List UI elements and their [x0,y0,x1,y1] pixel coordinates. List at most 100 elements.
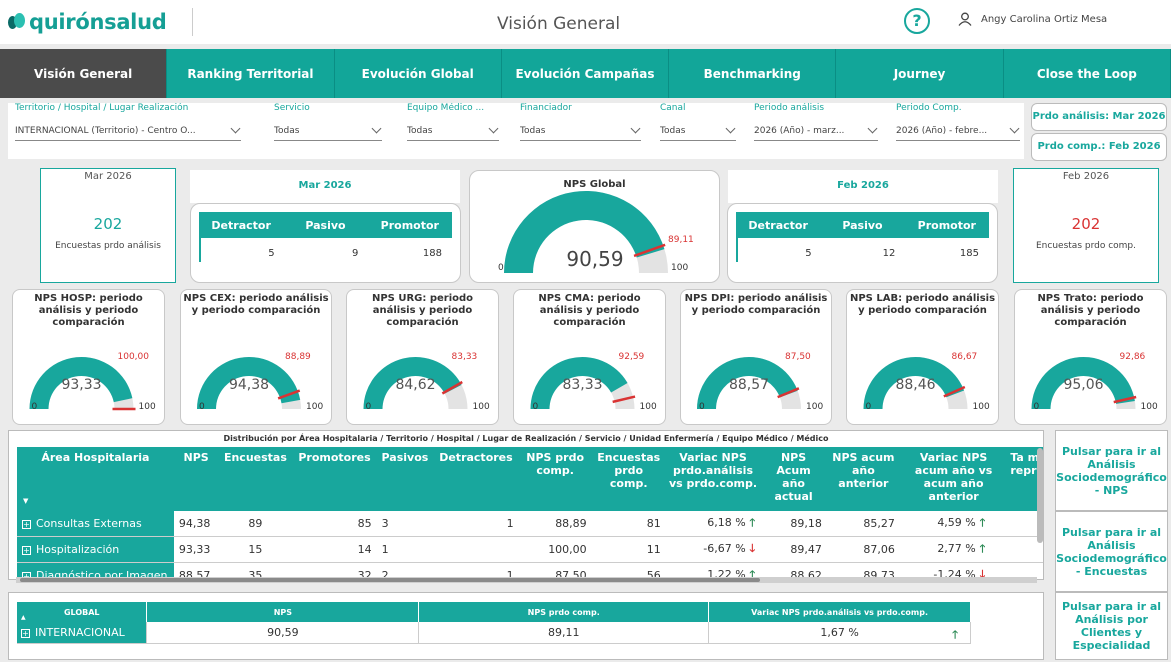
col-detractores[interactable]: Detractores [433,447,519,511]
gauge-card: NPS CEX: periodo análisis y periodo comp… [180,289,332,425]
kpi-label: Encuestas prdo análisis [55,241,161,251]
gauge-comp: 87,50 [785,352,811,362]
gauge-min: 0 [532,402,539,412]
filter-periodo-analisis-dropdown[interactable]: 2026 (Año) - marz... [754,121,878,141]
encuestas-cell: 89 [218,511,293,537]
filter-periodo-comp-dropdown[interactable]: 2026 (Año) - febre... [896,121,1020,141]
expand-icon[interactable]: + [21,628,30,638]
dist-header: Detractor Pasivo Promotor [736,212,989,238]
filter-canal-dropdown[interactable]: Todas [660,121,736,141]
chevron-down-icon [867,123,878,134]
user-info[interactable]: Angy Carolina Ortiz Mesa [958,12,1107,26]
gauge-value: 93,33 [61,377,102,393]
kpi-period: Mar 2026 [84,171,132,182]
global-row: + INTERNACIONAL 90,59 89,11 1,67 % 🡑 [17,622,971,644]
filter-label: Equipo Médico ... [407,103,485,113]
gauge-max: 100 [1140,402,1158,412]
tab-ranking-territorial[interactable]: Ranking Territorial [167,49,335,98]
filter-servicio: Servicio Todas [274,103,382,141]
tab-close-the-loop[interactable]: Close the Loop [1003,49,1171,98]
kpi-surveys-comparison: Feb 2026 202 Encuestas prdo comp. [1013,168,1159,283]
table-row[interactable]: + Hospitalización 93,33 15 14 1 100,00 11… [17,536,1043,563]
filter-financiador-dropdown[interactable]: Todas [520,121,641,141]
col-nps[interactable]: NPS [173,447,219,511]
filters-bar: Territorio / Hospital / Lugar Realizació… [8,103,1024,159]
gauge-max: 100 [472,402,490,412]
col-global-nps[interactable]: NPS [146,602,420,622]
period-analysis-button[interactable]: Prdo análisis: Mar 2026 [1031,103,1167,131]
dist-left-table: Detractor Pasivo Promotor 5 9 188 [190,203,461,283]
chevron-down-icon [1009,123,1020,134]
col-nps-comp[interactable]: NPS prdo comp. [518,447,592,511]
nps-global-value: 90,59 [566,247,624,271]
gauge-max: 100 [639,402,657,412]
gauge-min: 0 [865,402,872,412]
area-cell[interactable]: + Consultas Externas [17,511,174,537]
col-variac-acum[interactable]: Variac NPS acum año vs acum año anterior [899,447,1008,511]
tab-journey[interactable]: Journey [836,49,1004,98]
tab-evolucion-global[interactable]: Evolución Global [334,49,502,98]
area-table-panel: Distribución por Área Hospitalaria / Ter… [8,430,1044,580]
filter-territorio-dropdown[interactable]: INTERNACIONAL (Territorio) - Centro O... [15,121,241,141]
gauge-min: 0 [699,402,705,412]
col-variac[interactable]: Variac NPS prdo.análisis vs prdo.comp. [665,447,761,511]
filter-financiador: Financiador Todas [520,103,641,141]
gauge-min: 0 [365,402,372,412]
filter-equipo-dropdown[interactable]: Todas [407,121,499,141]
period-comparison-button[interactable]: Prdo comp.: Feb 2026 [1031,133,1167,161]
expand-icon[interactable]: + [22,519,31,529]
nps-global-card: NPS Global 90,59 89,11 0 100 [469,170,720,283]
gauge-card: NPS URG: periodo análisis y periodo comp… [346,289,499,425]
kpi-label: Encuestas prdo comp. [1036,241,1136,251]
gauge-min: 0 [31,402,38,412]
gauge-max: 100 [806,402,824,412]
area-table: Área Hospitalaria ▼ NPS Encuestas Promoto… [17,447,1043,579]
filter-periodo-comp: Periodo Comp. 2026 (Año) - febre... [896,103,1020,141]
arrow-up-icon: 🡑 [745,516,756,529]
dist-right-header: Feb 2026 [728,170,998,203]
col-global-nps-comp[interactable]: NPS prdo comp. [418,602,710,622]
tab-evolucion-campanas[interactable]: Evolución Campañas [501,49,670,98]
dist-row: 5 12 185 [736,238,989,262]
col-area[interactable]: Área Hospitalaria ▼ [17,447,174,511]
nps-comp-cell: 88,89 [518,511,592,537]
col-acum-ant[interactable]: NPS acum año anterior [826,447,900,511]
col-pasivos[interactable]: Pasivos [376,447,434,511]
tab-vision-general[interactable]: Visión General [0,49,168,98]
gauge-value: 88,46 [895,377,936,393]
promotores-cell: 85 [292,511,377,537]
col-encuestas[interactable]: Encuestas [218,447,293,511]
filter-servicio-dropdown[interactable]: Todas [274,121,382,141]
variac-cell: 6,18 % 🡑 [665,511,761,537]
col-promotores[interactable]: Promotores [292,447,377,511]
col-encuestas-comp[interactable]: Encuestas prdo comp. [591,447,666,511]
kpi-surveys-analysis: Mar 2026 202 Encuestas prdo análisis [40,168,176,283]
table-row[interactable]: + Consultas Externas 94,38 89 85 3 1 88,8… [17,511,1043,537]
table-vscroll-thumb[interactable] [1037,448,1043,543]
gauge-value: 83,33 [562,377,603,393]
page-title: Visión General [497,14,621,34]
dist-left-title: Mar 2026 [298,180,352,191]
gauge-comp: 86,67 [951,352,978,362]
variac-acum-cell: 4,59 % 🡑 [899,511,1008,537]
col-global-variac[interactable]: Variac NPS prdo.análisis vs prdo.comp. [708,602,971,622]
filter-equipo-medico: Equipo Médico ... Todas [407,103,499,141]
expand-icon[interactable]: + [22,545,31,555]
gauge-min: 0 [1033,402,1040,412]
main-nav: Visión General Ranking Territorial Evolu… [0,49,1171,98]
clientes-especialidad-button[interactable]: Pulsar para ir al Análisis por Clientes … [1055,592,1168,660]
gauge-value: 94,38 [228,377,270,393]
gauge-value: 88,57 [728,377,770,393]
encuestas-cell: 15 [218,536,293,563]
gauge-card: NPS CMA: periodo análisis y periodo comp… [513,289,666,425]
global-name[interactable]: + INTERNACIONAL [17,622,148,644]
area-cell[interactable]: + Hospitalización [17,536,174,563]
table-hscroll-thumb[interactable] [20,578,760,582]
tab-benchmarking[interactable]: Benchmarking [669,49,837,98]
variac-acum-cell: 2,77 % 🡑 [899,536,1008,563]
sociodemografico-nps-button[interactable]: Pulsar para ir al Análisis Sociodemográf… [1055,430,1168,511]
col-global[interactable]: GLOBAL ▲ [17,602,148,622]
col-acum[interactable]: NPS Acum año actual [760,447,827,511]
sociodemografico-encuestas-button[interactable]: Pulsar para ir al Análisis Sociodemográf… [1055,511,1168,592]
help-icon[interactable]: ? [904,8,930,34]
